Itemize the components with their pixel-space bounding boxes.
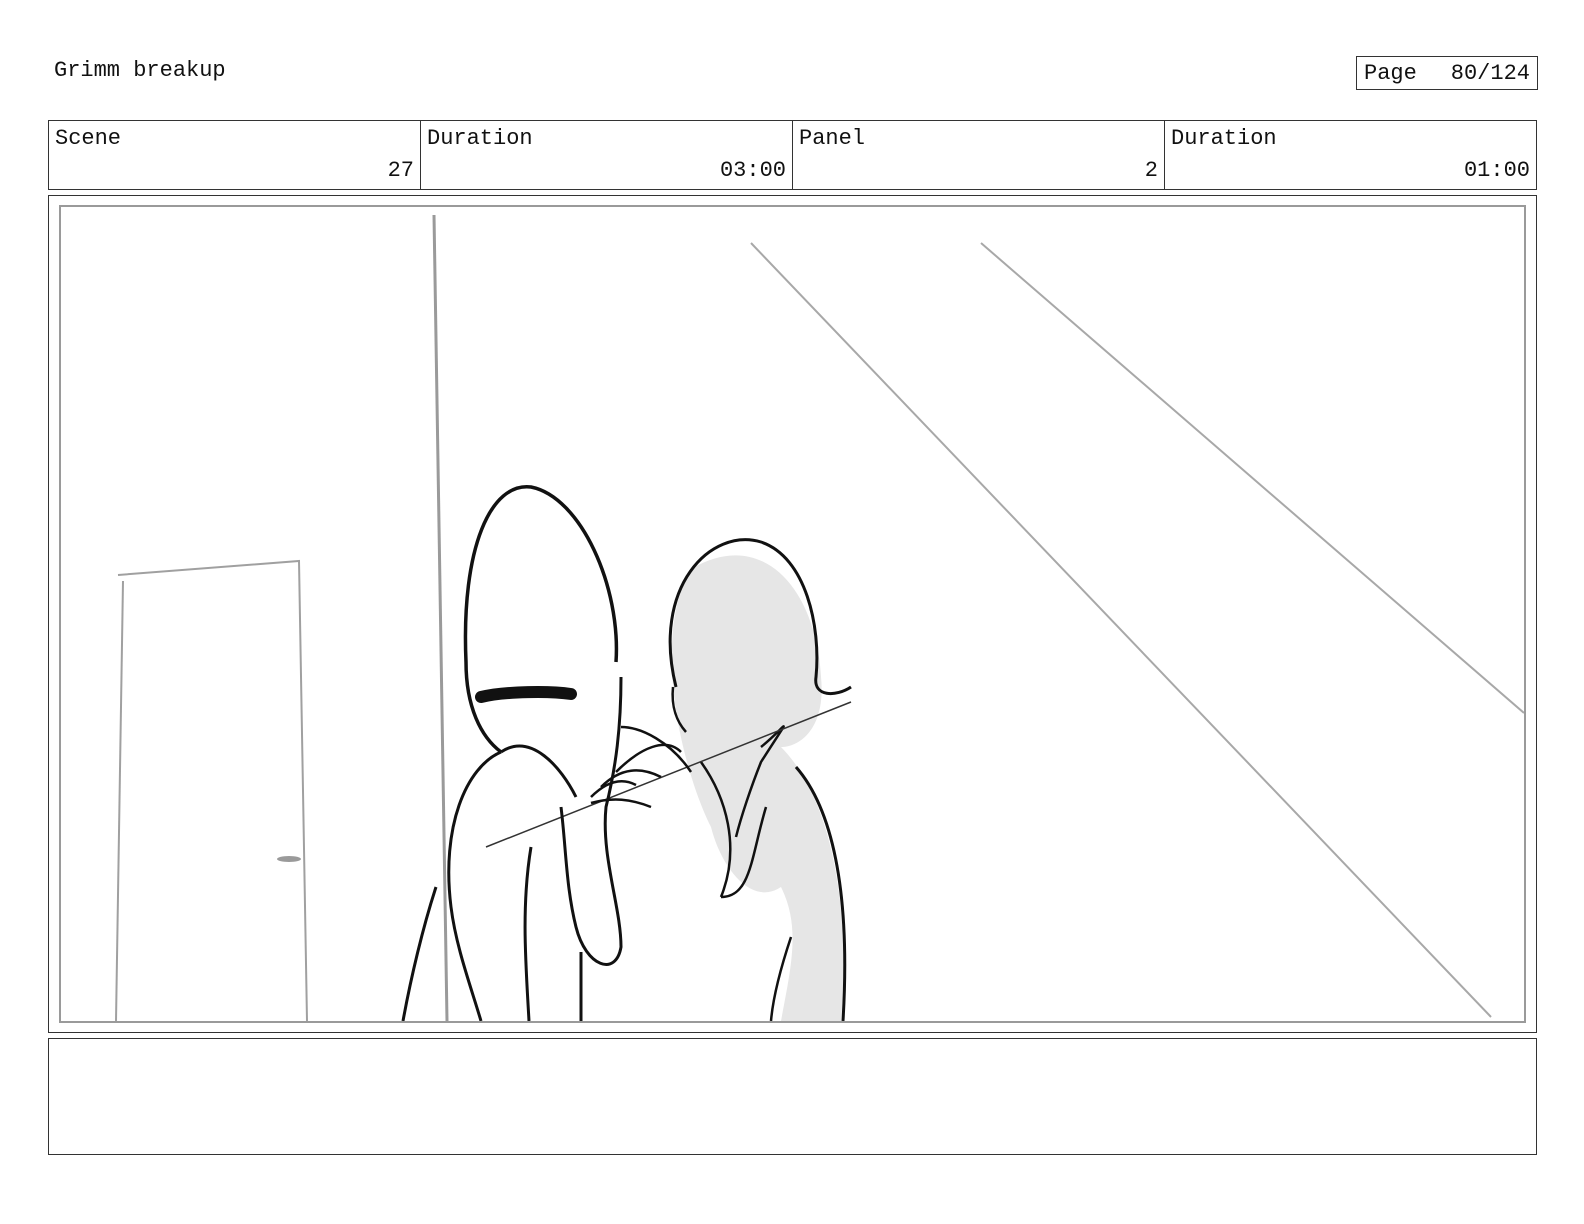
storyboard-drawing (59, 205, 1526, 1023)
storyboard-panel-frame (48, 195, 1537, 1033)
panel-label: Panel (799, 126, 866, 151)
page-indicator: Page 80/124 (1356, 56, 1538, 90)
ceiling-line-2 (980, 242, 1524, 714)
page-label: Page (1364, 60, 1417, 86)
scene-duration-cell: Duration 03:00 (421, 121, 793, 189)
panel-cell: Panel 2 (793, 121, 1165, 189)
storyboard-title: Grimm breakup (54, 58, 226, 83)
page-number: 80/124 (1450, 60, 1530, 86)
panel-notes-box (48, 1038, 1537, 1155)
panel-duration-cell: Duration 01:00 (1165, 121, 1536, 189)
door-icon (115, 559, 308, 1021)
scene-duration-label: Duration (427, 126, 533, 151)
scene-label: Scene (55, 126, 122, 151)
panel-value: 2 (1144, 158, 1158, 183)
panel-duration-label: Duration (1171, 126, 1277, 151)
panel-duration-value: 01:00 (1463, 158, 1530, 183)
scene-duration-value: 03:00 (719, 158, 786, 183)
panel-info-row: Scene 27 Duration 03:00 Panel 2 Duration… (48, 120, 1537, 190)
scene-cell: Scene 27 (49, 121, 421, 189)
girl-figure (485, 538, 852, 1021)
ceiling-line-1 (750, 242, 1492, 1018)
scene-value: 27 (387, 158, 414, 183)
sketch-illustration (115, 214, 1524, 1021)
wall-corner-line (432, 214, 449, 1021)
